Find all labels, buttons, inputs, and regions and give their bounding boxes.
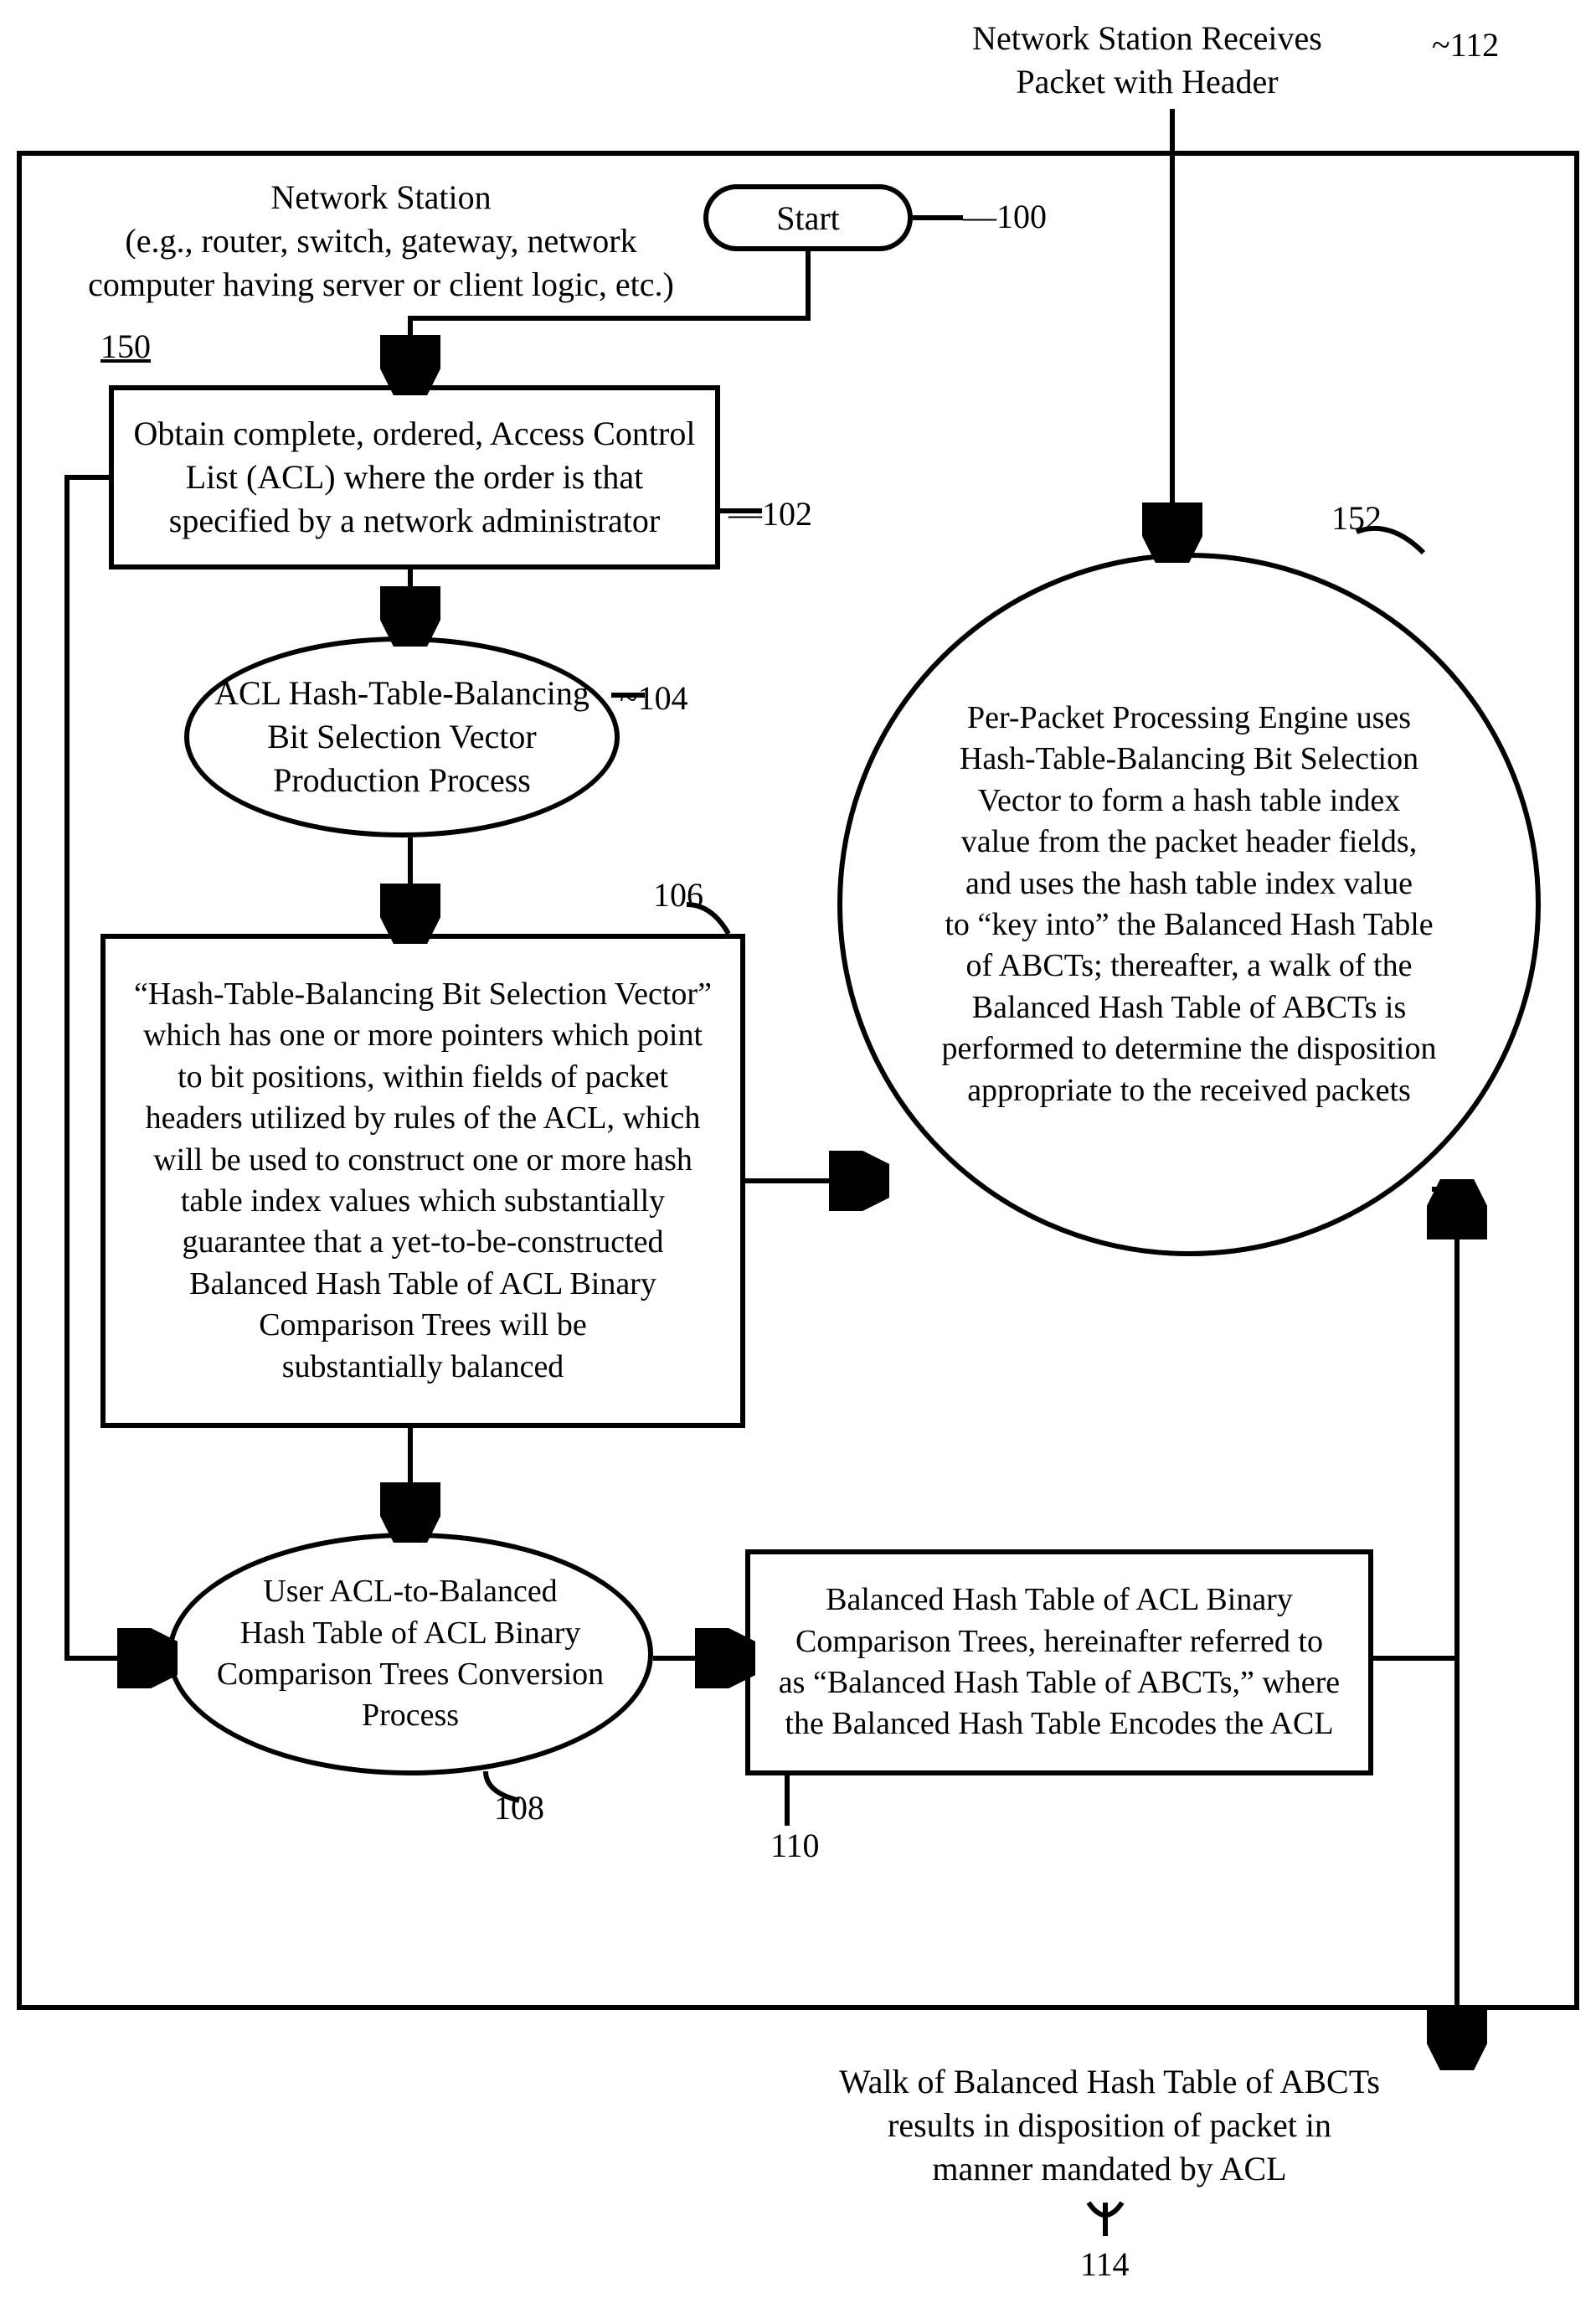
ref-106: 106 <box>653 875 703 915</box>
node-110: Balanced Hash Table of ACL BinaryCompari… <box>745 1549 1373 1775</box>
node-114-label: Walk of Balanced Hash Table of ABCTsresu… <box>795 2060 1424 2191</box>
tilde-icon: ~ <box>620 679 638 717</box>
ref-100: —100 <box>963 197 1047 236</box>
node-152: Per-Packet Processing Engine usesHash-Ta… <box>837 553 1541 1256</box>
node-start: Start <box>703 184 913 251</box>
dash-icon: — <box>728 495 762 533</box>
ref-104: ~104 <box>620 678 688 718</box>
ref-114: 114 <box>1080 2244 1130 2284</box>
title-150-label: Network Station(e.g., router, switch, ga… <box>67 176 695 307</box>
dash-icon: — <box>963 198 996 235</box>
node-106: “Hash-Table-Balancing Bit Selection Vect… <box>100 934 745 1428</box>
node-108: User ACL-to-BalancedHash Table of ACL Bi… <box>167 1533 653 1775</box>
ref-150: 150 <box>100 327 151 366</box>
ref-152: 152 <box>1331 498 1382 538</box>
ref-108: 108 <box>494 1788 544 1827</box>
tilde-icon: ~ <box>1432 26 1450 64</box>
ref-102: —102 <box>728 494 812 533</box>
node-104: ACL Hash-Table-BalancingBit Selection Ve… <box>184 636 620 837</box>
node-102: Obtain complete, ordered, Access Control… <box>109 385 720 569</box>
node-112-label: Network Station ReceivesPacket with Head… <box>879 17 1415 104</box>
ref-112: ~112 <box>1432 25 1499 64</box>
ref-110: 110 <box>770 1826 820 1865</box>
